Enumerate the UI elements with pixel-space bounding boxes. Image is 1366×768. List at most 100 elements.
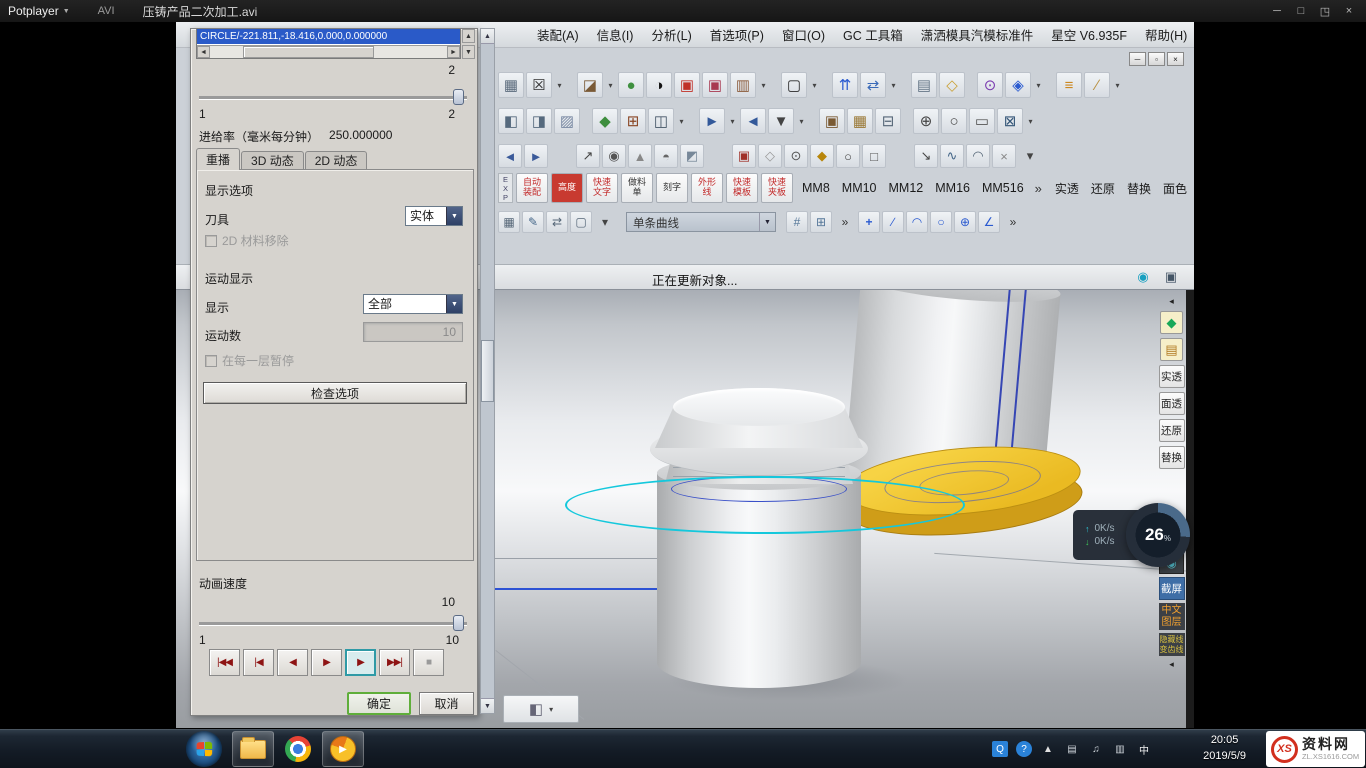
fullscreen-icon[interactable]: ◳ [1314, 2, 1336, 20]
toolbar-icon[interactable]: ∿ [940, 144, 964, 168]
size-preset-button[interactable]: MM516 [976, 181, 1030, 195]
toolbar-icon[interactable]: ◨ [526, 108, 552, 134]
toolbar-icon[interactable]: ⊙ [977, 72, 1003, 98]
toolbar-icon[interactable]: ◧ [498, 108, 524, 134]
toolbar-icon[interactable]: ▾ [554, 75, 565, 95]
toolbar-icon[interactable]: ⊠ [997, 108, 1023, 134]
scrollbar-track[interactable] [210, 46, 447, 58]
toolbar-icon[interactable]: ▾ [809, 75, 820, 95]
toolbar-icon[interactable]: ▼ [768, 108, 794, 134]
scroll-up-icon[interactable]: ▲ [462, 29, 475, 43]
taskbar-clock[interactable]: 20:05 2019/5/9 [1203, 733, 1246, 765]
toolbar-icon[interactable]: ◆ [592, 108, 618, 134]
toolbar-icon[interactable]: ▾ [727, 111, 738, 131]
playback-button[interactable]: ▶ [311, 649, 342, 676]
toolbar-icon[interactable]: ⊞ [810, 211, 832, 233]
rail-button[interactable]: 还原 [1159, 419, 1185, 442]
tray-icon[interactable]: ? [1016, 741, 1032, 757]
rail-button[interactable]: 中文图层 [1159, 603, 1185, 630]
minimize-icon[interactable]: ─ [1129, 52, 1146, 66]
toolbar-icon[interactable]: ↗ [576, 144, 600, 168]
toolbar-icon[interactable]: ☒ [526, 72, 552, 98]
tray-icon[interactable]: 中 [1136, 741, 1152, 757]
toolbar-icon[interactable]: ▾ [758, 75, 769, 95]
scroll-down-icon[interactable]: ▼ [481, 698, 494, 713]
toolbar-icon[interactable]: ◠ [966, 144, 990, 168]
toolbar-icon[interactable]: ▣ [674, 72, 700, 98]
rail-button[interactable]: 隐藏线变齿线 [1159, 633, 1185, 656]
scroll-up-icon[interactable]: ▲ [481, 29, 494, 44]
playback-button[interactable]: ◀ [277, 649, 308, 676]
toolbar-icon[interactable]: ↘ [914, 144, 938, 168]
dialog-tab[interactable]: 3D 动态 [241, 151, 304, 170]
toolbar-icon[interactable]: ▦ [498, 72, 524, 98]
toolbar-icon[interactable]: ▾ [1025, 111, 1036, 131]
scroll-right-icon[interactable]: ► [447, 46, 460, 58]
toolbar-icon[interactable]: ∠ [978, 211, 1000, 233]
toolbar-icon[interactable]: ○ [941, 108, 967, 134]
menu-item[interactable]: 分析(L) [642, 22, 700, 47]
toolbar-icon[interactable]: ◄ [740, 108, 766, 134]
toolbar-icon[interactable]: ⇈ [832, 72, 858, 98]
start-button[interactable] [186, 731, 222, 767]
gcode-selected-row[interactable]: CIRCLE/-221.811,-18.416,0.000,0.000000 [197, 29, 460, 44]
slider-track[interactable] [199, 622, 467, 625]
menu-item[interactable]: 窗口(O) [773, 22, 834, 47]
check-options-button[interactable]: 检查选项 [203, 382, 467, 404]
size-preset-button[interactable]: MM16 [929, 181, 976, 195]
progress-circle-widget[interactable]: 26 % [1126, 503, 1190, 567]
scroll-left-icon[interactable]: ◄ [197, 46, 210, 58]
menu-item[interactable]: 帮助(H) [1136, 22, 1194, 47]
toolbar-icon[interactable]: ▾ [1112, 75, 1123, 95]
rail-button[interactable]: 实透 [1159, 365, 1185, 388]
gcode-listbox[interactable]: CIRCLE/-221.811,-18.416,0.000,0.000000 ◄… [196, 29, 461, 59]
toolbar-icon[interactable]: ◠ [906, 211, 928, 233]
slider-handle[interactable] [453, 615, 464, 631]
toolbar-icon[interactable]: ▣ [819, 108, 845, 134]
toolbar-icon[interactable]: ○ [930, 211, 952, 233]
toolbar-icon[interactable]: ▤ [911, 72, 937, 98]
tray-icon[interactable]: Q [992, 741, 1008, 757]
view-mode-button[interactable]: 还原 [1086, 177, 1120, 200]
quick-tool-button[interactable]: 快速模板 [726, 173, 758, 203]
toolbar-icon[interactable]: ⊞ [620, 108, 646, 134]
toolbar-icon[interactable]: □ [862, 144, 886, 168]
chevron-down-icon[interactable]: ▼ [446, 295, 462, 313]
rail-button[interactable]: 面透 [1159, 392, 1185, 415]
show-dropdown[interactable]: 全部 ▼ [363, 294, 463, 314]
toolbar-icon[interactable]: ⊕ [913, 108, 939, 134]
status-icon[interactable]: ◉ [1134, 268, 1152, 286]
toolbar-icon[interactable]: # [786, 211, 808, 233]
rail-button[interactable]: 替换 [1159, 446, 1185, 469]
toolbar-icon[interactable]: ◇ [758, 144, 782, 168]
animation-speed-slider[interactable] [199, 615, 467, 631]
toolbar-icon[interactable]: ◇ [939, 72, 965, 98]
toolbar-icon[interactable]: ● [618, 72, 644, 98]
toolbar-icon[interactable]: ▦ [498, 211, 520, 233]
menu-item[interactable]: 首选项(P) [701, 22, 773, 47]
toolbar-icon[interactable]: » [834, 211, 856, 233]
playback-button[interactable]: |◀◀ [209, 649, 240, 676]
rail-button[interactable]: 截屏 [1159, 577, 1185, 600]
ok-button[interactable]: 确定 [347, 692, 411, 715]
motion-count-field[interactable]: 10 [363, 322, 463, 342]
view-orient-toolbar[interactable]: ◧ ▾ [503, 695, 579, 723]
toolbar-icon[interactable]: ▾ [1033, 75, 1044, 95]
tool-dropdown[interactable]: 实体 ▼ [405, 206, 463, 226]
view-mode-button[interactable]: 面色 [1158, 177, 1192, 200]
toolbar-icon[interactable]: ◈ [1005, 72, 1031, 98]
toolbar-icon[interactable]: » [1002, 211, 1024, 233]
toolbar-icon[interactable]: ▦ [847, 108, 873, 134]
explorer-taskbar-button[interactable] [232, 731, 274, 767]
playback-button[interactable]: |◀ [243, 649, 274, 676]
menu-item[interactable]: 星空 V6.935F [1042, 22, 1136, 47]
size-preset-button[interactable]: MM8 [796, 181, 836, 195]
menu-item[interactable]: 潇洒模具汽模标准件 [912, 22, 1043, 47]
slider-track[interactable] [199, 96, 467, 99]
toolpath-position-slider[interactable] [199, 89, 467, 105]
playback-button[interactable]: ▶ [345, 649, 376, 676]
potplayer-taskbar-button[interactable]: ▶ [322, 731, 364, 767]
status-icon[interactable]: ▣ [1162, 268, 1180, 286]
vertical-scrollbar[interactable]: ▲ ▼ [462, 29, 475, 59]
rail-button[interactable]: ◆ [1160, 311, 1183, 334]
